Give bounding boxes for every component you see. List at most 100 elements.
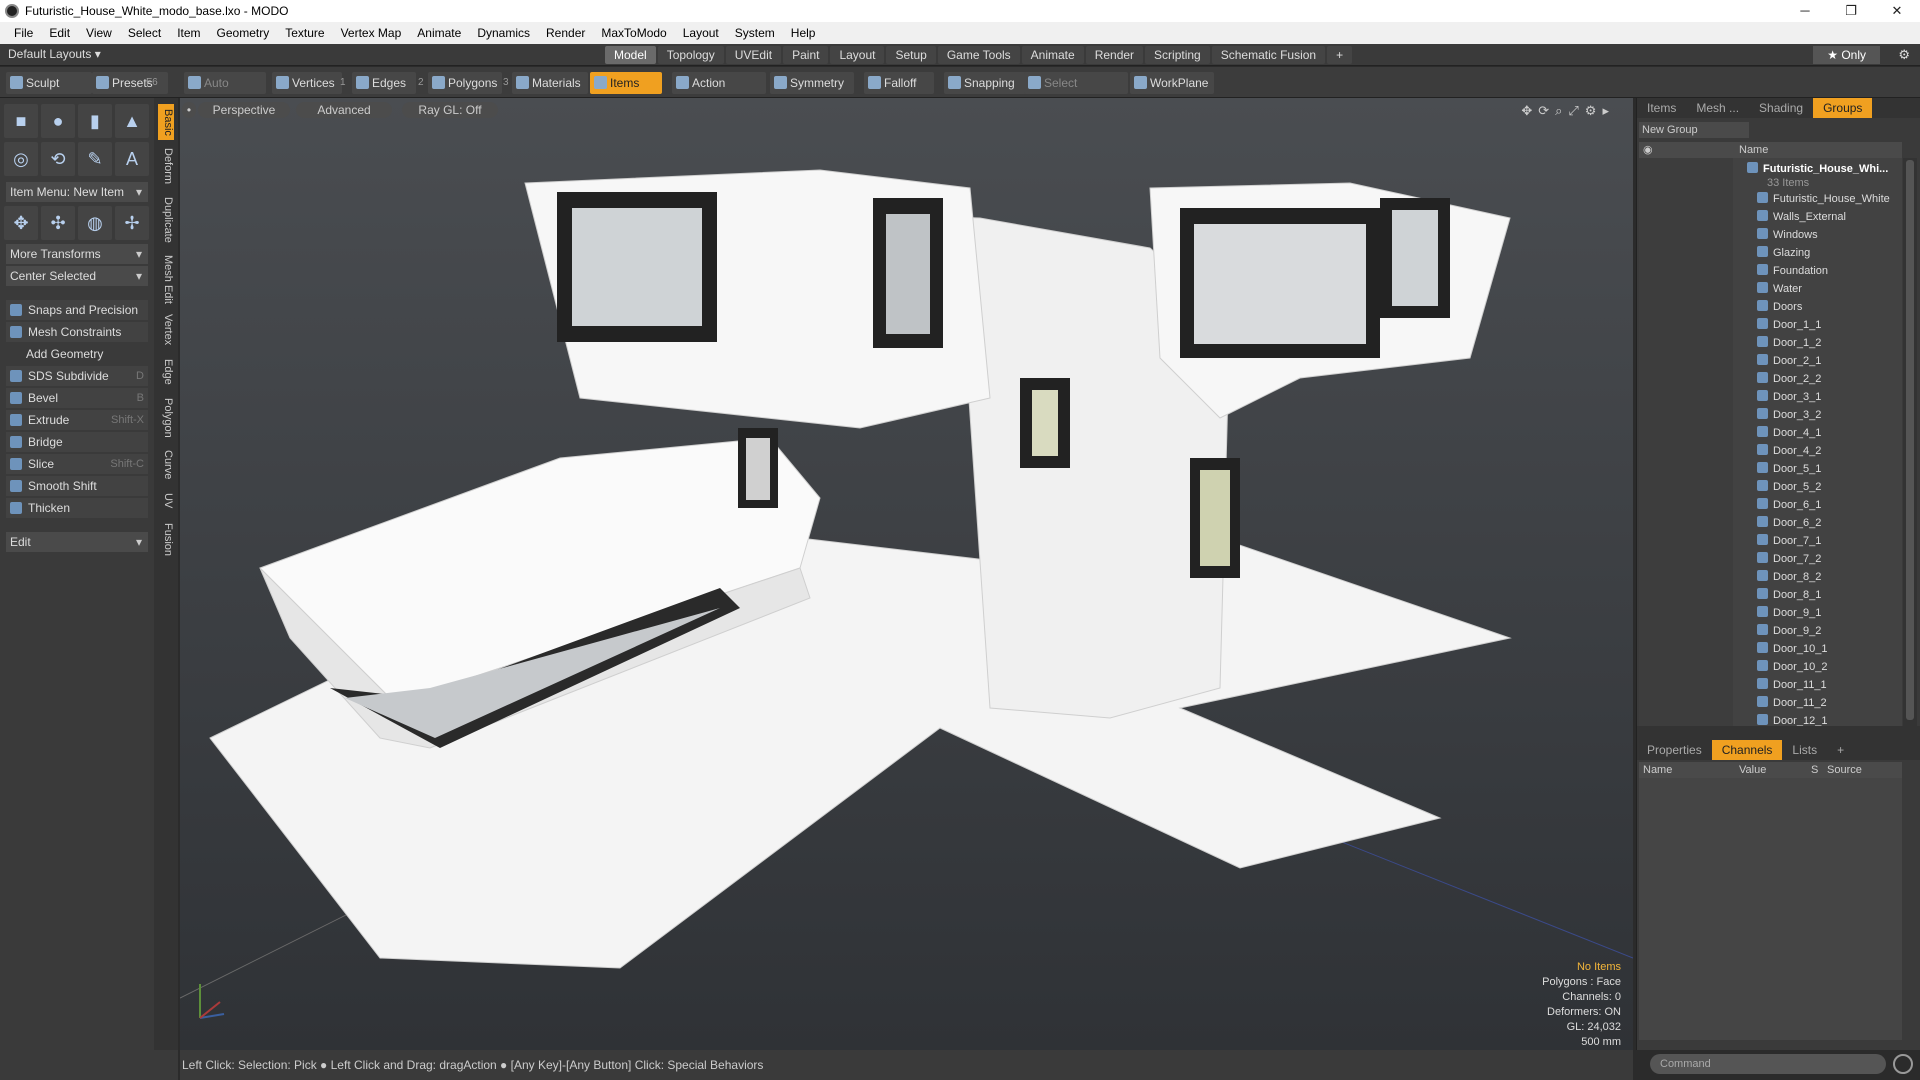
menu-file[interactable]: File	[6, 26, 41, 40]
bevel-button[interactable]: Bevel B	[6, 388, 148, 408]
menu-view[interactable]: View	[78, 26, 120, 40]
items-button[interactable]: Items	[590, 72, 662, 94]
tab-groups[interactable]: Groups	[1813, 98, 1873, 118]
maximize-button[interactable]: ❐	[1828, 0, 1874, 22]
group-item[interactable]: Door_4_2	[1757, 442, 1902, 460]
vtab-vertex[interactable]: Vertex	[158, 312, 174, 348]
vtab-curve[interactable]: Curve	[158, 448, 174, 482]
group-item[interactable]: Door_3_1	[1757, 388, 1902, 406]
group-item[interactable]: Door_3_2	[1757, 406, 1902, 424]
vtab-mesh-edit[interactable]: Mesh Edit	[158, 254, 174, 304]
menu-vertex-map[interactable]: Vertex Map	[333, 26, 410, 40]
cone-primitive-icon[interactable]: ▲	[115, 104, 149, 138]
group-item[interactable]: Door_4_1	[1757, 424, 1902, 442]
group-item[interactable]: Door_2_1	[1757, 352, 1902, 370]
group-item[interactable]: Door_1_2	[1757, 334, 1902, 352]
vertices-button[interactable]: Vertices	[272, 72, 342, 94]
channel-name-header[interactable]: Name	[1643, 764, 1672, 776]
tab-layout[interactable]: Layout	[830, 46, 885, 64]
command-input[interactable]: Command	[1650, 1054, 1886, 1074]
group-item[interactable]: Doors	[1757, 298, 1902, 316]
tab-properties[interactable]: Properties	[1637, 740, 1712, 760]
menu-layout[interactable]: Layout	[675, 26, 727, 40]
gear-icon[interactable]: ⚙	[1898, 47, 1910, 63]
symmetry-button[interactable]: Symmetry	[770, 72, 854, 94]
vtab-uv[interactable]: UV	[158, 490, 174, 512]
capsule-primitive-icon[interactable]: ⟲	[41, 142, 75, 176]
scale-tool-icon[interactable]: ◍	[78, 206, 112, 240]
tab-animate[interactable]: Animate	[1021, 46, 1084, 64]
item-menu-dropdown[interactable]: Item Menu: New Item	[6, 182, 148, 202]
center-selected-dropdown[interactable]: Center Selected	[6, 266, 148, 286]
viewport-nav-icons[interactable]: ✥⟳⌕⤢⚙▸	[1521, 103, 1615, 119]
cube-primitive-icon[interactable]: ■	[4, 104, 38, 138]
menu-system[interactable]: System	[727, 26, 783, 40]
smooth-shift-button[interactable]: Smooth Shift	[6, 476, 148, 496]
add-geometry-section[interactable]: Add Geometry	[6, 344, 148, 364]
tab-topology[interactable]: Topology	[657, 46, 724, 64]
tab-game-tools[interactable]: Game Tools	[937, 46, 1020, 64]
vtab-polygon[interactable]: Polygon	[158, 396, 174, 440]
group-item[interactable]: Windows	[1757, 226, 1902, 244]
tab-mesh[interactable]: Mesh ...	[1686, 98, 1749, 118]
group-item[interactable]: Door_11_1	[1757, 676, 1902, 694]
group-item[interactable]: Door_6_2	[1757, 514, 1902, 532]
tab-schematic-fusion[interactable]: Schematic Fusion	[1211, 46, 1326, 64]
group-item[interactable]: Futuristic_House_White	[1757, 190, 1902, 208]
group-item[interactable]: Door_7_2	[1757, 550, 1902, 568]
group-item[interactable]: Door_8_1	[1757, 586, 1902, 604]
pen-tool-icon[interactable]: ✎	[78, 142, 112, 176]
group-item[interactable]: Door_1_1	[1757, 316, 1902, 334]
vtab-duplicate[interactable]: Duplicate	[158, 194, 174, 246]
tab-shading[interactable]: Shading	[1749, 98, 1813, 118]
group-item[interactable]: Water	[1757, 280, 1902, 298]
more-transforms-dropdown[interactable]: More Transforms	[6, 244, 148, 264]
minimize-button[interactable]: ─	[1782, 0, 1828, 22]
workplane-button[interactable]: WorkPlane	[1130, 72, 1214, 94]
advanced-shading-button[interactable]: Advanced	[296, 102, 392, 118]
group-item[interactable]: Door_5_2	[1757, 478, 1902, 496]
vtab-deform[interactable]: Deform	[158, 146, 174, 186]
group-item[interactable]: Door_8_2	[1757, 568, 1902, 586]
group-item[interactable]: Door_7_1	[1757, 532, 1902, 550]
move-tool-icon[interactable]: ✥	[4, 206, 38, 240]
auto-select-button[interactable]: Auto Select	[184, 72, 266, 112]
channel-source-header[interactable]: Source	[1827, 764, 1862, 776]
group-item[interactable]: Door_5_1	[1757, 460, 1902, 478]
snaps-precision-button[interactable]: Snaps and Precision	[6, 300, 148, 320]
tab-scripting[interactable]: Scripting	[1145, 46, 1210, 64]
falloff-button[interactable]: Falloff	[864, 72, 934, 94]
command-history-icon[interactable]	[1893, 1054, 1913, 1074]
extrude-button[interactable]: Extrude Shift-X	[6, 410, 148, 430]
group-item[interactable]: Door_9_1	[1757, 604, 1902, 622]
group-item[interactable]: Door_11_2	[1757, 694, 1902, 712]
polygons-button[interactable]: Polygons	[428, 72, 502, 94]
perspective-view-button[interactable]: Perspective	[198, 102, 290, 118]
groups-toggle-column[interactable]	[1639, 158, 1733, 726]
bridge-button[interactable]: Bridge	[6, 432, 148, 452]
sculpt-button[interactable]: Sculpt	[6, 72, 92, 94]
materials-button[interactable]: Materials	[512, 72, 588, 94]
groups-scrollbar[interactable]	[1903, 158, 1917, 726]
new-group-button[interactable]: New Group	[1639, 122, 1749, 138]
menu-edit[interactable]: Edit	[41, 26, 78, 40]
group-item[interactable]: Door_12_1	[1757, 712, 1902, 726]
transform-tool-icon[interactable]: ✢	[115, 206, 149, 240]
add-panel-tab-button[interactable]: +	[1827, 740, 1854, 760]
snapping-button[interactable]: Snapping	[944, 72, 1030, 94]
tab-items[interactable]: Items	[1637, 98, 1686, 118]
group-item[interactable]: Walls_External	[1757, 208, 1902, 226]
channel-value-header[interactable]: Value	[1739, 764, 1766, 776]
menu-geometry[interactable]: Geometry	[209, 26, 278, 40]
menu-maxtomodo[interactable]: MaxToModo	[593, 26, 674, 40]
viewport-dot-icon[interactable]: •	[182, 102, 196, 118]
group-item[interactable]: Door_9_2	[1757, 622, 1902, 640]
tab-paint[interactable]: Paint	[783, 46, 829, 64]
action-center-button[interactable]: Action Center	[672, 72, 766, 112]
select-through-button[interactable]: Select Through	[1024, 72, 1128, 112]
menu-dynamics[interactable]: Dynamics	[469, 26, 538, 40]
tab-lists[interactable]: Lists	[1782, 740, 1827, 760]
vtab-basic[interactable]: Basic	[158, 104, 174, 140]
visibility-eye-icon[interactable]: ◉	[1643, 143, 1653, 156]
vtab-edge[interactable]: Edge	[158, 356, 174, 388]
